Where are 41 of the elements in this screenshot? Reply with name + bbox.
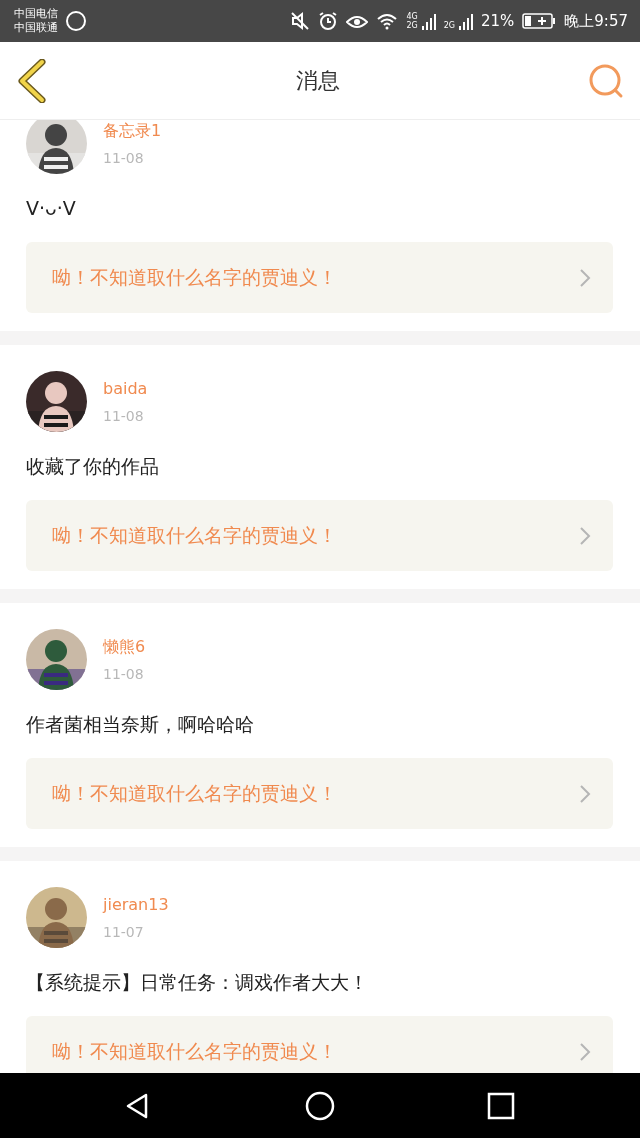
signal-icon xyxy=(421,12,436,30)
network-label: 4G xyxy=(406,12,418,21)
reply-text: 呦！不知道取什么名字的贾迪义！ xyxy=(52,265,337,291)
home-icon[interactable] xyxy=(305,1090,335,1121)
chevron-icon xyxy=(579,783,591,804)
message-date: 11-08 xyxy=(103,149,145,167)
message-text: V·ᴗ·V xyxy=(26,196,77,221)
reply-link[interactable]: 呦！不知道取什么名字的贾迪义！ xyxy=(26,758,613,829)
chevron-icon xyxy=(579,267,591,288)
mute-icon xyxy=(290,11,311,31)
user-name[interactable]: baida xyxy=(103,379,148,399)
recent-apps-icon[interactable] xyxy=(486,1090,517,1121)
message-date: 11-07 xyxy=(103,923,145,941)
reply-text: 呦！不知道取什么名字的贾迪义！ xyxy=(52,781,337,807)
reply-text: 呦！不知道取什么名字的贾迪义！ xyxy=(52,523,337,549)
page-title: 消息 xyxy=(296,67,340,95)
reply-link[interactable]: 呦！不知道取什么名字的贾迪义！ xyxy=(26,500,613,571)
reply-text: 呦！不知道取什么名字的贾迪义！ xyxy=(52,1039,337,1065)
message-text: 作者菌相当奈斯，啊哈哈哈 xyxy=(26,712,255,737)
battery-icon xyxy=(522,12,557,30)
alarm-icon xyxy=(318,11,339,31)
user-name[interactable]: jieran13 xyxy=(103,895,169,915)
clock-time: 晚上9:57 xyxy=(564,10,628,32)
chevron-icon xyxy=(579,525,591,546)
reply-link[interactable]: 呦！不知道取什么名字的贾迪义！ xyxy=(26,1016,613,1073)
wifi-icon xyxy=(376,12,399,30)
user-name[interactable]: 懒熊6 xyxy=(103,637,146,657)
back-icon[interactable] xyxy=(16,58,48,103)
message-text: 收藏了你的作品 xyxy=(26,454,160,479)
battery-percent: 21% xyxy=(480,10,515,32)
network-label: 2G xyxy=(406,21,418,30)
reply-link[interactable]: 呦！不知道取什么名字的贾迪义！ xyxy=(26,242,613,313)
message-date: 11-08 xyxy=(103,665,145,683)
network-label: 2G xyxy=(443,21,455,30)
carrier-name: 中国联通 xyxy=(14,21,58,35)
chevron-icon xyxy=(579,1041,591,1062)
message-date: 11-08 xyxy=(103,407,145,425)
carrier-name: 中国电信 xyxy=(14,7,58,21)
message-text: 【系统提示】日常任务：调戏作者大大！ xyxy=(26,970,369,995)
user-name[interactable]: 备忘录1 xyxy=(103,121,162,141)
signal-icon xyxy=(458,12,473,30)
